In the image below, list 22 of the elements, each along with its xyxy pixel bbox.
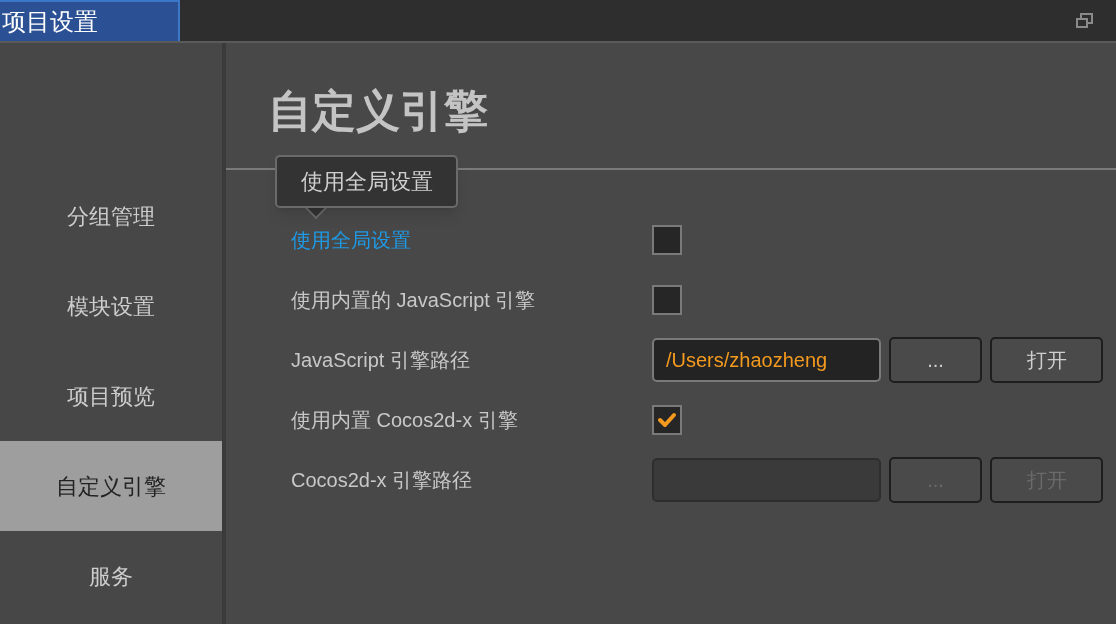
setting-label: JavaScript 引擎路径	[291, 348, 471, 373]
setting-label: 使用内置 Cocos2d-x 引擎	[291, 408, 519, 433]
browse-button[interactable]: ...	[889, 337, 982, 383]
setting-label: 使用全局设置	[291, 228, 412, 253]
sidebar-item[interactable]: 项目预览	[0, 351, 222, 441]
open-button[interactable]: 打开	[990, 337, 1103, 383]
sidebar-item[interactable]: 自定义引擎	[0, 441, 222, 531]
tooltip: 使用全局设置	[275, 155, 458, 208]
check-icon	[657, 412, 677, 428]
path-field[interactable]: /Users/zhaozheng	[652, 338, 881, 382]
page-title: 自定义引擎	[268, 84, 488, 137]
sidebar-item[interactable]: 服务	[0, 531, 222, 621]
sidebar-item[interactable]: 模块设置	[0, 261, 222, 351]
checkbox[interactable]	[652, 405, 682, 435]
panel-tab[interactable]: 项目设置	[0, 0, 180, 41]
restore-window-icon[interactable]	[1076, 12, 1094, 29]
path-value: /Users/zhaozheng	[666, 348, 828, 373]
setting-label: Cocos2d-x 引擎路径	[291, 468, 474, 493]
setting-label: 使用内置的 JavaScript 引擎	[291, 288, 537, 313]
checkbox[interactable]	[652, 285, 682, 315]
checkbox[interactable]	[652, 225, 682, 255]
sidebar-item[interactable]: 分组管理	[0, 171, 222, 261]
